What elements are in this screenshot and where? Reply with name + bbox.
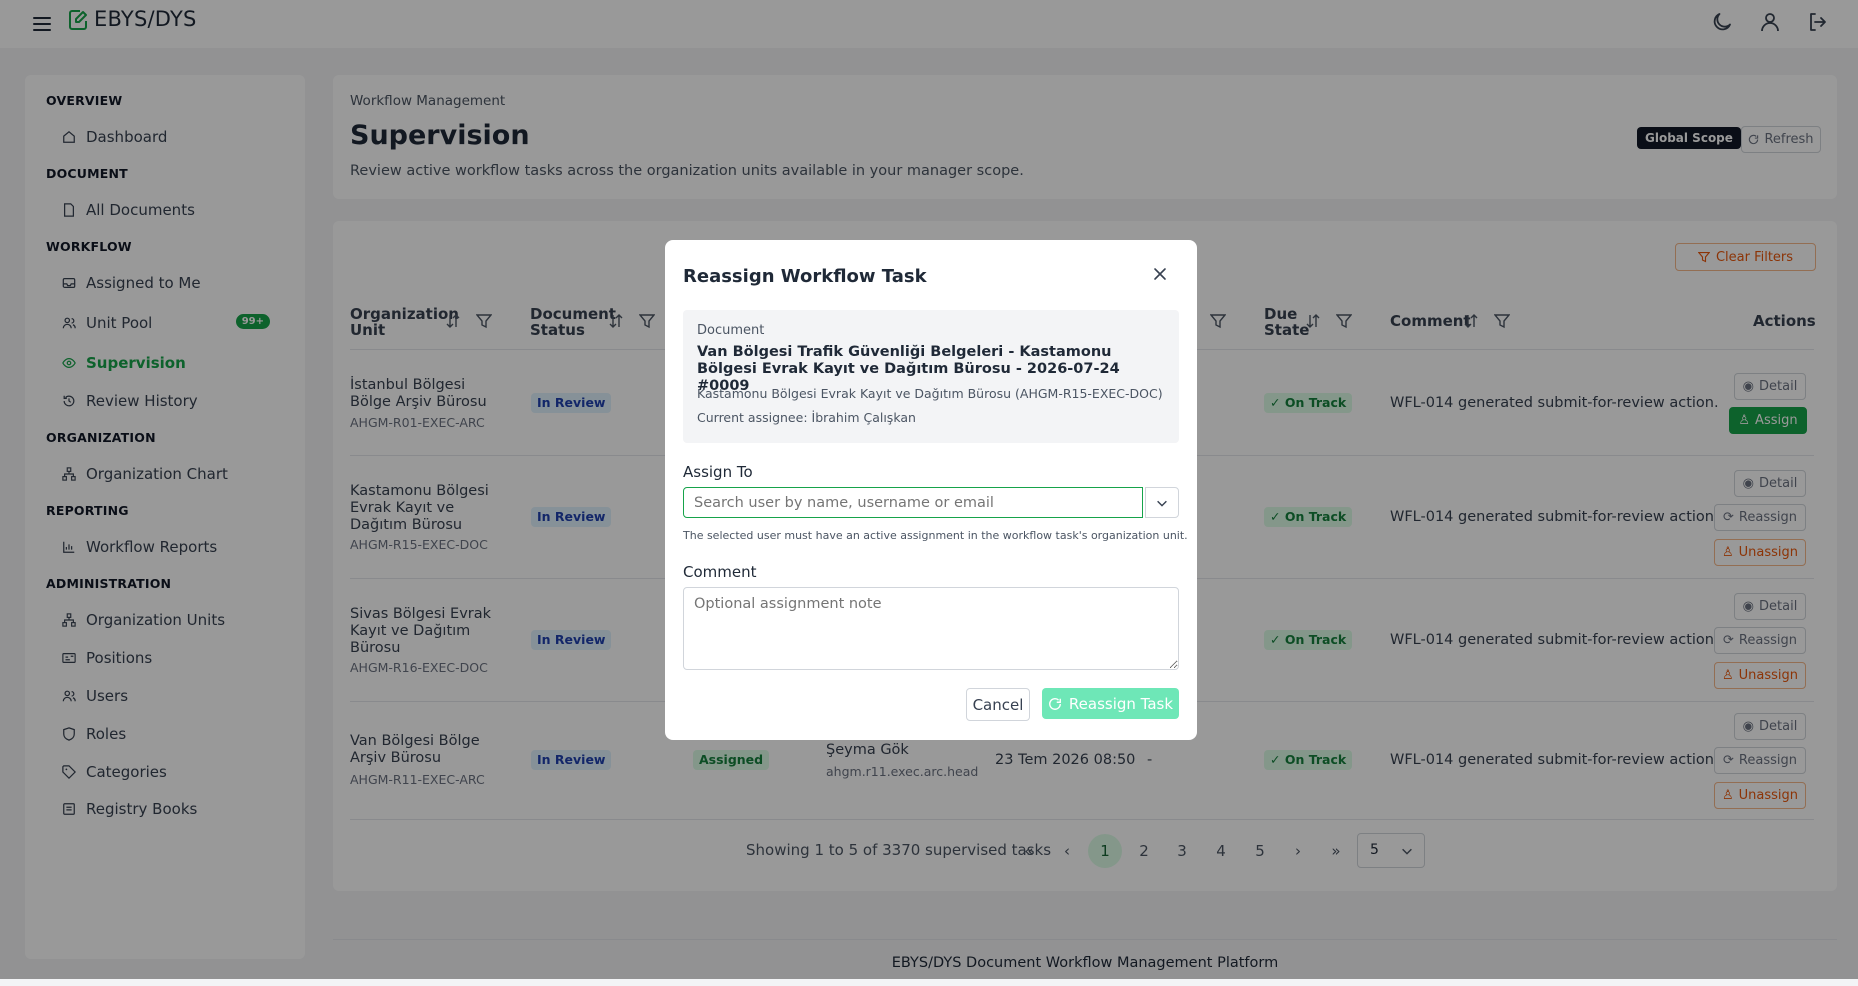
assign-to-label: Assign To <box>683 463 753 481</box>
cancel-button[interactable]: Cancel <box>966 688 1030 721</box>
close-icon[interactable] <box>1152 266 1168 282</box>
comment-textarea[interactable] <box>683 587 1179 670</box>
assign-to-dropdown-button[interactable] <box>1145 487 1179 518</box>
document-summary: Document Van Bölgesi Trafik Güvenliği Be… <box>683 310 1179 443</box>
document-label: Document <box>697 323 765 338</box>
assign-to-search-input[interactable] <box>683 487 1143 518</box>
dialog-title: Reassign Workflow Task <box>683 266 927 287</box>
chevron-down-icon <box>1157 500 1167 507</box>
reassign-task-button[interactable]: Reassign Task <box>1042 688 1179 719</box>
current-assignee: Current assignee: İbrahim Çalışkan <box>697 410 916 425</box>
reassign-dialog: Reassign Workflow Task Document Van Bölg… <box>665 240 1197 740</box>
assign-hint: The selected user must have an active as… <box>683 529 1188 542</box>
comment-label: Comment <box>683 563 757 581</box>
reassign-task-label: Reassign Task <box>1068 694 1174 713</box>
refresh-icon <box>1049 697 1061 710</box>
document-unit: Kastamonu Bölgesi Evrak Kayıt ve Dağıtım… <box>697 386 1163 401</box>
